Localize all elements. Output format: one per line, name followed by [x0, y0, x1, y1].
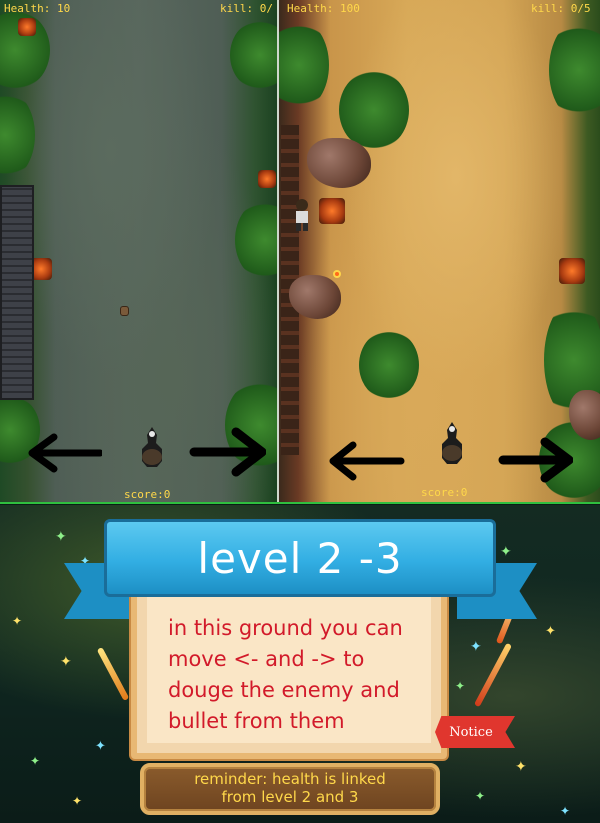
foliage [279, 20, 329, 110]
left-arrow-icon[interactable] [329, 441, 405, 481]
health-text: Health: 100 [287, 2, 360, 15]
sparkle-icon: ✦ [500, 544, 512, 560]
sparkle-icon: ✦ [30, 754, 41, 768]
rock [307, 138, 371, 188]
lantern [559, 258, 585, 284]
foliage [359, 330, 419, 400]
right-arrow-icon[interactable] [188, 426, 266, 478]
notice-button[interactable]: Notice [435, 716, 515, 748]
right-arrow-icon[interactable] [497, 434, 573, 486]
sparkle-icon: ✦ [470, 639, 482, 655]
gameplay-area: Health: 10 kill: 0/ score:0 Health: 100 … [0, 0, 600, 504]
sparkle-icon: ✦ [95, 739, 106, 754]
foliage [0, 90, 35, 180]
sparkle-icon: ✦ [72, 794, 83, 808]
sparkle-icon: ✦ [560, 804, 571, 818]
score-text: score:0 [124, 488, 171, 501]
health-text: Health: 10 [4, 2, 71, 15]
enemy-soldier [296, 199, 308, 231]
level-title: level 2 -3 [197, 533, 403, 583]
left-game-screen: Health: 10 kill: 0/ score:0 [0, 0, 277, 504]
instruction-message: in this ground you can move <- and -> to… [168, 616, 403, 733]
player-icon [142, 427, 162, 467]
lantern [18, 18, 36, 36]
notice-label: Notice [449, 724, 493, 740]
sparkle-icon: ✦ [12, 614, 23, 628]
kill-counter: kill: 0/5 [531, 2, 591, 15]
lantern [319, 198, 345, 224]
enemy-sprite [120, 306, 129, 316]
lantern [258, 170, 276, 188]
sparkle-icon: ✦ [60, 654, 72, 670]
foliage [549, 20, 600, 120]
section-divider [0, 502, 600, 504]
level-banner: level 2 -3 [104, 519, 496, 597]
foliage [235, 200, 277, 280]
reminder-box: reminder: health is linked from level 2 … [140, 763, 440, 815]
foliage [230, 20, 277, 90]
right-game-screen: Health: 100 kill: 0/5 score:0 [279, 0, 600, 504]
foliage [339, 70, 409, 150]
sparkle-icon: ✦ [55, 529, 67, 545]
sparkle-icon: ✦ [515, 759, 527, 775]
reminder-text: reminder: health is linked from level 2 … [194, 770, 386, 806]
firework-flare [96, 646, 130, 702]
kill-counter: kill: 0/ [220, 2, 273, 15]
sparkle-icon: ✦ [475, 789, 486, 803]
player-icon [442, 422, 462, 464]
score-text: score:0 [421, 486, 468, 499]
enemy-bullet [333, 270, 341, 278]
left-arrow-icon[interactable] [28, 433, 102, 473]
tutorial-area: ✦ ✦ ✦ ✦ ✦ ✦ ✦ ✦ ✦ ✦ ✦ ✦ ✦ ✦ level 2 -3 i… [0, 505, 600, 823]
wooden-hut [0, 185, 34, 400]
sparkle-icon: ✦ [455, 679, 466, 693]
sparkle-icon: ✦ [545, 624, 556, 639]
